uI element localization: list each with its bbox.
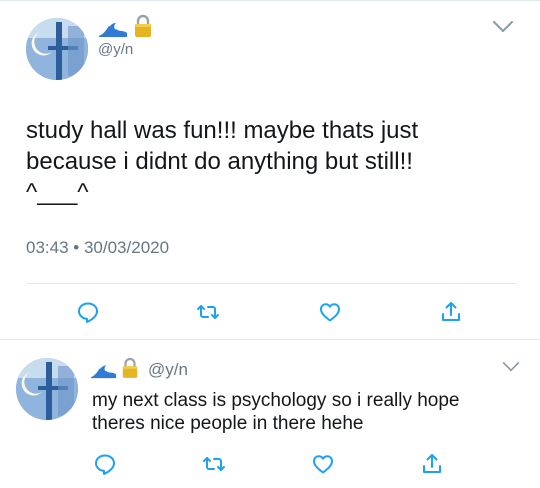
reply-button[interactable]	[91, 450, 119, 478]
avatar-image	[16, 358, 78, 420]
water-wave-icon	[90, 364, 117, 379]
share-icon	[442, 302, 460, 321]
tweet-text: study hall was fun!!! maybe thats just b…	[26, 117, 419, 206]
like-button[interactable]	[316, 298, 344, 326]
tweet-separator	[0, 339, 540, 340]
share-button[interactable]	[437, 298, 465, 326]
avatar-image	[26, 18, 88, 80]
tweet-date: 30/03/2020	[83, 238, 170, 257]
share-icon	[423, 454, 441, 473]
top-divider	[0, 0, 540, 1]
chevron-down-icon[interactable]	[492, 20, 514, 34]
retweet-button[interactable]	[194, 298, 222, 326]
reply-button[interactable]	[74, 298, 102, 326]
share-button[interactable]	[418, 450, 446, 478]
action-divider	[26, 283, 516, 284]
timestamp-separator: •	[73, 238, 80, 257]
like-button[interactable]	[309, 450, 337, 478]
like-icon	[313, 455, 333, 474]
reply-icon	[78, 302, 98, 323]
tweet-action-bar	[0, 298, 540, 326]
lock-icon	[135, 14, 151, 37]
retweet-button[interactable]	[200, 450, 228, 478]
lock-icon	[122, 357, 138, 378]
chevron-down-icon[interactable]	[502, 361, 520, 373]
user-handle[interactable]: @y/n	[148, 360, 188, 380]
tweet-action-bar	[0, 450, 540, 478]
like-icon	[320, 303, 340, 322]
retweet-icon	[197, 305, 219, 319]
avatar[interactable]	[16, 358, 78, 420]
tweet-text: my next class is psychology so i really …	[92, 390, 460, 434]
tweet-timestamp[interactable]: 03:43 • 30/03/2020	[26, 238, 169, 258]
tweet-time: 03:43	[26, 238, 69, 257]
retweet-icon	[203, 457, 225, 471]
user-handle[interactable]: @y/n	[98, 41, 133, 58]
avatar[interactable]	[26, 18, 88, 80]
water-wave-icon	[99, 21, 127, 37]
reply-icon	[95, 454, 115, 475]
